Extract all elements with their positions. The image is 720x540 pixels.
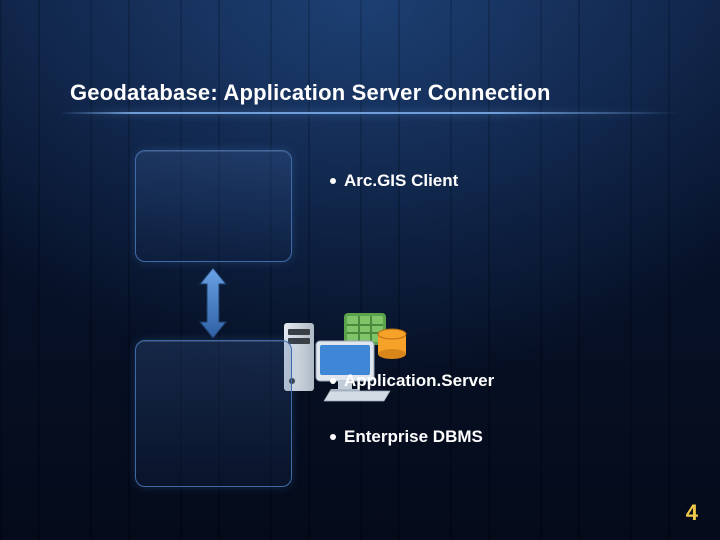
page-number: 4 [686, 500, 698, 526]
workstation-icon [282, 311, 412, 408]
bullet-client: Arc.GIS Client [330, 172, 458, 191]
bidirectional-arrow-icon [198, 268, 228, 343]
client-panel [135, 150, 292, 262]
bullet-client-text: Arc.GIS Client [344, 171, 458, 190]
title-underline [60, 112, 680, 114]
bullet-dot-icon [330, 434, 336, 440]
bullet-appserver-text: Application.Server [344, 371, 494, 390]
slide: Geodatabase: Application Server Connecti… [0, 0, 720, 540]
bullet-appserver: Application.Server [330, 372, 494, 391]
bullet-dbms-text: Enterprise DBMS [344, 427, 483, 446]
server-panel: App Server [135, 340, 292, 487]
bullet-dot-icon [330, 378, 336, 384]
bullet-dbms: Enterprise DBMS [330, 428, 483, 447]
slide-title: Geodatabase: Application Server Connecti… [70, 80, 660, 106]
bullet-dot-icon [330, 178, 336, 184]
